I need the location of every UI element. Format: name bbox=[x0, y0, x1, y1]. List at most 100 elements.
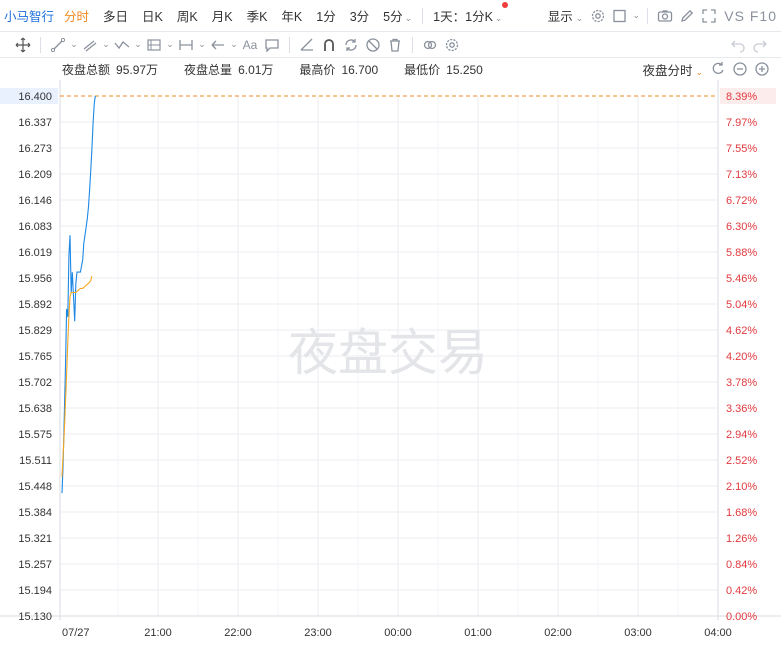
channel-line-icon[interactable] bbox=[79, 34, 101, 56]
chevron-down-icon[interactable]: ⌄ bbox=[197, 34, 207, 56]
tab-3min[interactable]: 3分 bbox=[346, 6, 373, 25]
fibonacci-icon[interactable] bbox=[143, 34, 165, 56]
measure-icon[interactable] bbox=[175, 34, 197, 56]
link-icon[interactable] bbox=[419, 34, 441, 56]
price-tick-label: 16.146 bbox=[18, 195, 52, 207]
text-tool-button[interactable]: Aa bbox=[239, 34, 261, 56]
back-to-start-icon[interactable] bbox=[707, 58, 729, 80]
hide-icon[interactable] bbox=[362, 34, 384, 56]
percent-tick-label: 3.78% bbox=[726, 377, 757, 389]
price-tick-label: 16.400 bbox=[18, 91, 52, 103]
tab-yearly-k[interactable]: 年K bbox=[277, 6, 306, 25]
info-bar: 夜盘总额 95.97万 夜盘总量 6.01万 最高价 16.700 最低价 15.250… bbox=[0, 58, 781, 80]
time-tick-label: 00:00 bbox=[384, 627, 412, 639]
move-crosshair-icon[interactable] bbox=[12, 34, 34, 56]
tab-monthly-k[interactable]: 月K bbox=[208, 6, 237, 25]
low-value: 15.250 bbox=[446, 62, 483, 77]
chevron-down-icon[interactable]: ⌄ bbox=[229, 34, 239, 56]
fullscreen-icon[interactable] bbox=[698, 5, 720, 27]
plus-icon[interactable] bbox=[751, 58, 773, 80]
layout-icon[interactable] bbox=[609, 5, 631, 27]
tab-1day-1min-k[interactable]: 1天：1分K ⌄ bbox=[429, 2, 509, 25]
tab-5min[interactable]: 5分 ⌄ bbox=[379, 6, 416, 25]
stock-selector[interactable]: 小马智行 bbox=[4, 6, 54, 25]
arrow-icon[interactable] bbox=[207, 34, 229, 56]
price-tick-label: 15.765 bbox=[18, 351, 52, 363]
divider bbox=[412, 36, 413, 53]
tab-intraday[interactable]: 分时 bbox=[60, 6, 93, 25]
trash-icon[interactable] bbox=[384, 34, 406, 56]
high-info: 最高价 16.700 bbox=[299, 61, 378, 78]
comment-icon[interactable] bbox=[261, 34, 283, 56]
intraday-chart[interactable]: 夜盘交易 07/27 21:00 22:00 23:00 00:00 01:00 02:00… bbox=[0, 80, 781, 659]
time-tick-label: 22:00 bbox=[224, 627, 252, 639]
price-tick-label: 15.829 bbox=[18, 325, 52, 337]
percent-tick-label: 0.00% bbox=[726, 611, 757, 623]
camera-icon[interactable] bbox=[654, 5, 676, 27]
display-dropdown[interactable]: 显示 ⌄ bbox=[544, 6, 588, 25]
ruler-icon[interactable] bbox=[296, 34, 318, 56]
low-info: 最低价 15.250 bbox=[404, 61, 483, 78]
magnet-icon[interactable] bbox=[318, 34, 340, 56]
price-axis: 16.337 16.273 16.209 16.146 16.083 16.019 15.9… bbox=[18, 91, 52, 623]
tab-1day-label: 1天：1分K bbox=[433, 10, 493, 24]
gear-icon[interactable] bbox=[441, 34, 463, 56]
turnover-value: 95.97万 bbox=[116, 62, 159, 77]
price-tick-label: 16.337 bbox=[18, 117, 52, 129]
mode-label: 夜盘分时 bbox=[642, 63, 693, 78]
night-session-dropdown[interactable]: 夜盘分时 ⌄ bbox=[638, 60, 707, 79]
price-tick-label: 16.083 bbox=[18, 221, 52, 233]
price-tick-label: 15.638 bbox=[18, 403, 52, 415]
notification-dot bbox=[502, 2, 509, 8]
chevron-down-icon[interactable]: ⌄ bbox=[69, 34, 79, 56]
price-tick-label: 15.702 bbox=[18, 377, 52, 389]
percent-tick-label: 8.39% bbox=[726, 91, 757, 103]
percent-tick-label: 1.68% bbox=[726, 507, 757, 519]
percent-tick-label: 0.84% bbox=[726, 559, 757, 571]
chevron-down-icon: ⌄ bbox=[494, 13, 503, 23]
divider bbox=[422, 7, 424, 24]
turnover-label: 夜盘总额 bbox=[62, 62, 111, 77]
chevron-down-icon[interactable]: ⌄ bbox=[101, 34, 111, 56]
tab-quarterly-k[interactable]: 季K bbox=[243, 6, 272, 25]
percent-tick-label: 7.13% bbox=[726, 169, 757, 181]
vs-f10-button[interactable]: VS F10 bbox=[724, 8, 777, 24]
percent-tick-label: 6.30% bbox=[726, 221, 757, 233]
text-tool-icon: Aa bbox=[242, 37, 258, 52]
divider bbox=[289, 36, 290, 53]
price-tick-label: 16.273 bbox=[18, 143, 52, 155]
display-label: 显示 bbox=[547, 10, 573, 24]
average-line bbox=[61, 276, 93, 477]
wave-line-icon[interactable] bbox=[111, 34, 133, 56]
time-tick-label: 07/27 bbox=[62, 627, 90, 639]
gear-icon[interactable] bbox=[587, 5, 609, 27]
chevron-down-icon[interactable]: ⌄ bbox=[133, 34, 143, 56]
minus-icon[interactable] bbox=[729, 58, 751, 80]
chevron-down-icon[interactable]: ⌄ bbox=[165, 34, 175, 56]
low-label: 最低价 bbox=[404, 62, 441, 77]
price-tick-label: 15.321 bbox=[18, 533, 52, 545]
tab-1min[interactable]: 1分 bbox=[312, 6, 339, 25]
drawing-toolbar: ⌄ ⌄ ⌄ ⌄ ⌄ ⌄ Aa bbox=[0, 32, 781, 58]
sync-icon[interactable] bbox=[340, 34, 362, 56]
price-tick-label: 15.257 bbox=[18, 559, 52, 571]
undo-icon[interactable] bbox=[727, 34, 749, 56]
trend-line-icon[interactable] bbox=[47, 34, 69, 56]
price-tick-label: 15.130 bbox=[18, 611, 52, 623]
price-tick-label: 15.511 bbox=[19, 455, 52, 467]
high-value: 16.700 bbox=[341, 62, 379, 77]
chevron-down-icon: ⌄ bbox=[575, 13, 584, 23]
time-tick-label: 01:00 bbox=[464, 627, 492, 639]
redo-icon[interactable] bbox=[749, 34, 771, 56]
tab-multi-day[interactable]: 多日 bbox=[99, 6, 132, 25]
turnover-info: 夜盘总额 95.97万 bbox=[62, 61, 158, 78]
percent-axis: 7.97% 7.55% 7.13% 6.72% 6.30% 5.88% 5.46% 5.04%… bbox=[726, 91, 757, 623]
percent-tick-label: 2.52% bbox=[726, 455, 757, 467]
pencil-icon[interactable] bbox=[676, 5, 698, 27]
tab-daily-k[interactable]: 日K bbox=[138, 6, 167, 25]
tab-weekly-k[interactable]: 周K bbox=[173, 6, 202, 25]
price-tick-label: 15.448 bbox=[18, 481, 52, 493]
chevron-down-icon[interactable]: ⌄ bbox=[631, 5, 641, 27]
percent-tick-label: 2.94% bbox=[726, 429, 757, 441]
price-tick-label: 15.956 bbox=[18, 273, 52, 285]
